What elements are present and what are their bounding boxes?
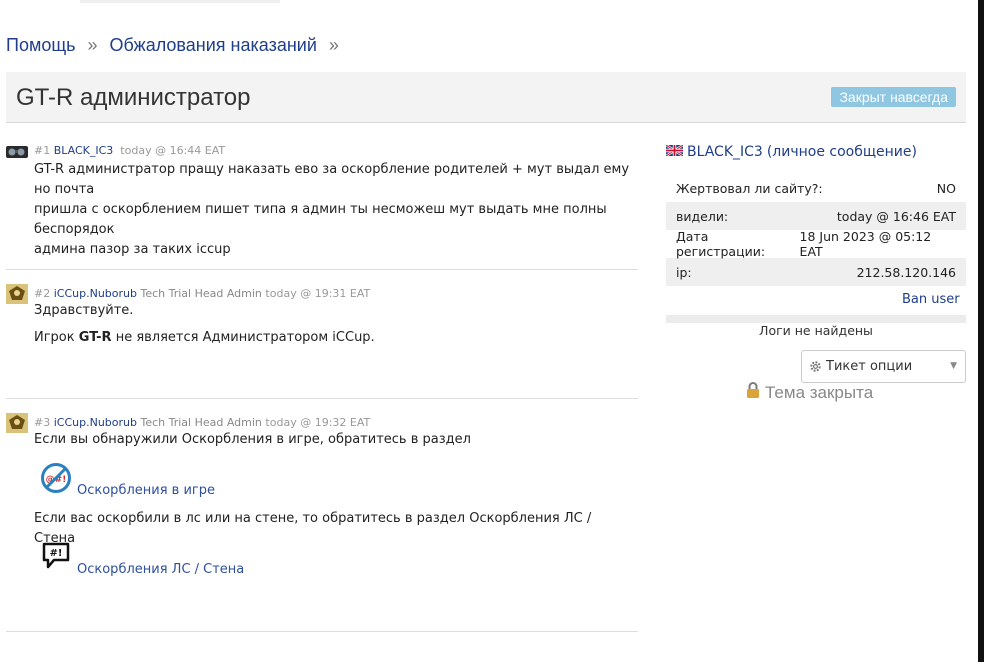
topic-closed-label: Тема закрыта bbox=[765, 382, 874, 402]
chevron-down-icon: ▼ bbox=[950, 361, 957, 371]
post-author[interactable]: BLACK_IC3 bbox=[54, 144, 114, 157]
post-author[interactable]: iCCup.Nuborub bbox=[54, 287, 137, 300]
breadcrumb: Помощь » Обжалования наказаний » bbox=[6, 35, 351, 56]
info-value: NO bbox=[936, 180, 956, 196]
post-time: today @ 19:32 EAT bbox=[265, 416, 371, 429]
player-name: GT-R bbox=[78, 330, 112, 345]
info-row-ip: ip: 212.58.120.146 bbox=[666, 258, 966, 286]
logs-status: Логи не найдены bbox=[759, 323, 873, 338]
info-value: today @ 16:46 EAT bbox=[836, 208, 956, 224]
info-row-registered: Дата регистрации: 18 Jun 2023 @ 05:12 EA… bbox=[666, 229, 966, 259]
topic-title: GT-R администратор bbox=[16, 84, 251, 111]
sidebar-user: BLACK_IC3 (личное сообщение) bbox=[665, 143, 917, 160]
breadcrumb-help[interactable]: Помощь bbox=[6, 35, 76, 56]
post-meta: #3 iCCup.Nuborub Tech Trial Head Admin t… bbox=[34, 416, 370, 429]
info-value: 212.58.120.146 bbox=[856, 264, 956, 280]
post-body: Если вас оскорбили в лс или на стене, то… bbox=[34, 509, 634, 549]
user-info-table: Жертвовал ли сайту?: NO видели: today @ … bbox=[666, 174, 966, 286]
post-3: #3 iCCup.Nuborub Tech Trial Head Admin t… bbox=[6, 413, 638, 632]
post-meta: #1 BLACK_IC3 today @ 16:44 EAT bbox=[34, 144, 225, 157]
breadcrumb-separator: » bbox=[328, 35, 339, 55]
window-edge bbox=[978, 0, 984, 662]
top-strip bbox=[80, 0, 280, 3]
topic-header: GT-R администратор Закрыт навсегда bbox=[6, 72, 966, 123]
post-rank: Tech Trial Head Admin bbox=[140, 416, 262, 429]
info-label: видели: bbox=[676, 208, 729, 224]
avatar[interactable] bbox=[6, 284, 28, 304]
speech-bubble-icon: #! bbox=[42, 542, 70, 574]
gear-icon bbox=[809, 360, 822, 373]
info-row-donated: Жертвовал ли сайту?: NO bbox=[666, 174, 966, 202]
post-number[interactable]: #2 bbox=[34, 287, 50, 300]
post-number[interactable]: #1 bbox=[34, 144, 50, 157]
avatar[interactable] bbox=[6, 143, 28, 158]
breadcrumb-separator: » bbox=[87, 35, 98, 55]
post-time: today @ 19:31 EAT bbox=[265, 287, 371, 300]
sidebar-username-link[interactable]: BLACK_IC3 bbox=[687, 144, 763, 160]
ticket-options-label: Тикет опции bbox=[826, 359, 913, 374]
icon-glyph: #! bbox=[50, 548, 63, 559]
post-text-line: Здравствуйте. bbox=[34, 303, 134, 318]
ban-user-link[interactable]: Ban user bbox=[902, 292, 960, 307]
info-label: Дата регистрации: bbox=[676, 229, 766, 259]
text-fragment: Игрок bbox=[34, 330, 79, 345]
post-meta: #2 iCCup.Nuborub Tech Trial Head Admin t… bbox=[34, 287, 370, 300]
lock-icon bbox=[746, 382, 760, 403]
divider bbox=[666, 315, 966, 323]
info-label: Жертвовал ли сайту?: bbox=[676, 180, 823, 196]
post-rank: Tech Trial Head Admin bbox=[140, 287, 262, 300]
post-text-line: пришла с оскорблением пишет типа я админ… bbox=[34, 202, 607, 237]
link-pm-wall-insults[interactable]: Оскорбления ЛС / Стена bbox=[77, 562, 244, 577]
no-swearing-icon: @#! bbox=[40, 462, 72, 498]
post-text-line: GT-R администратор пращу наказать ево за… bbox=[34, 162, 630, 197]
info-label: ip: bbox=[676, 264, 692, 280]
link-game-insults[interactable]: Оскорбления в игре bbox=[77, 483, 215, 498]
info-value: 18 Jun 2023 @ 05:12 EAT bbox=[799, 229, 932, 259]
post-number[interactable]: #3 bbox=[34, 416, 50, 429]
private-message-link[interactable]: (личное сообщение) bbox=[767, 144, 917, 160]
status-badge: Закрыт навсегда bbox=[831, 87, 956, 107]
post-text-line: Если вас оскорбили в лс или на стене, то… bbox=[34, 511, 592, 546]
post-body: GT-R администратор пращу наказать ево за… bbox=[34, 160, 634, 260]
post-1: #1 BLACK_IC3 today @ 16:44 EAT GT-R адми… bbox=[6, 142, 638, 270]
post-text-line: Если вы обнаружили Оскорбления в игре, о… bbox=[34, 432, 471, 447]
ticket-options-dropdown[interactable]: Тикет опции ▼ bbox=[801, 350, 966, 383]
uk-flag-icon bbox=[665, 143, 684, 160]
post-body: Здравствуйте. Игрок GT-R не является Адм… bbox=[34, 301, 634, 348]
post-author[interactable]: iCCup.Nuborub bbox=[54, 416, 137, 429]
post-2: #2 iCCup.Nuborub Tech Trial Head Admin t… bbox=[6, 284, 638, 399]
topic-closed-status: Тема закрыта bbox=[746, 382, 873, 403]
post-body: Если вы обнаружили Оскорбления в игре, о… bbox=[34, 430, 634, 450]
post-text-line: Игрок GT-R не является Администратором i… bbox=[34, 328, 634, 348]
text-fragment: не является Администратором iCCup. bbox=[111, 330, 375, 345]
avatar[interactable] bbox=[6, 413, 28, 433]
post-text-line: админа пазор за таких iccup bbox=[34, 242, 231, 257]
breadcrumb-appeals[interactable]: Обжалования наказаний bbox=[110, 35, 317, 56]
post-time: today @ 16:44 EAT bbox=[120, 144, 226, 157]
info-row-last-seen: видели: today @ 16:46 EAT bbox=[666, 202, 966, 230]
